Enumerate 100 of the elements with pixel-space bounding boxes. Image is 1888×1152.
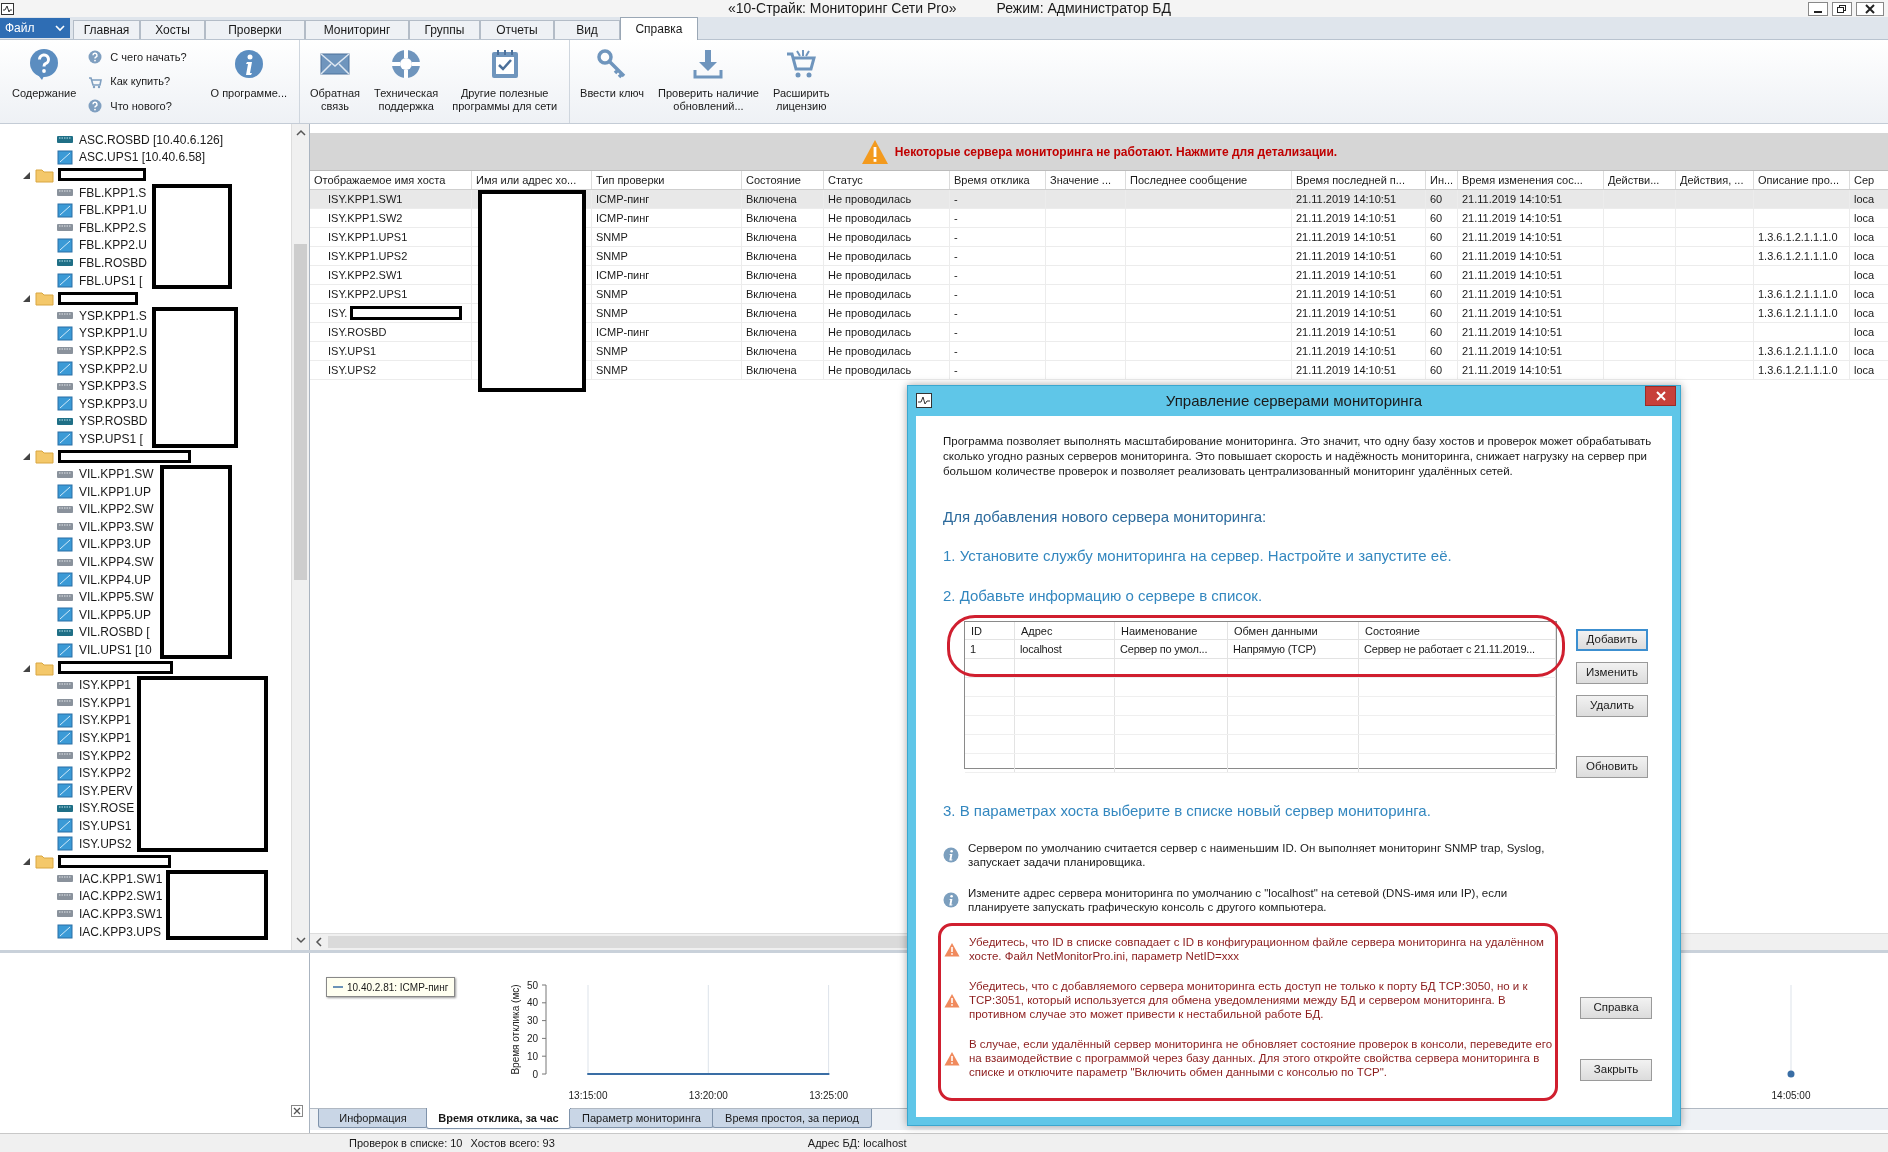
table-cell: 21.11.2019 14:10:51 [1296,288,1397,300]
axis-tick-label: 13:20:00 [688,1090,728,1101]
table-cell: 21.11.2019 14:10:51 [1296,345,1397,357]
table-cell: Не проводилась [828,345,912,357]
axis-tick-label: 0 [532,1068,538,1080]
table-cell: Включена [746,231,797,243]
table-cell: 21.11.2019 14:10:51 [1296,326,1397,338]
table-cell: SNMP [596,307,628,319]
table-cell: ISY.KPP1.SW2 [328,212,403,224]
table-cell: localhost [1020,643,1062,655]
table-cell: Не проводилась [828,364,912,376]
axis-tick-label: 30 [526,1015,538,1027]
table-cell: 1.3.6.1.2.1.1.1.0 [1758,231,1838,243]
table-cell: 21.11.2019 14:10:51 [1296,231,1397,243]
table-cell: 21.11.2019 14:10:51 [1462,250,1563,262]
axis-label: Время отклика (мс) [510,984,521,1075]
table-cell: 21.11.2019 14:10:51 [1462,269,1563,281]
table-cell: SNMP [596,288,628,300]
table-cell: Не проводилась [828,193,912,205]
table-cell: Не проводилась [828,231,912,243]
table-cell: loca [1854,212,1875,224]
table-cell: 21.11.2019 14:10:51 [1462,364,1563,376]
table-cell: 1.3.6.1.2.1.1.1.0 [1758,364,1838,376]
table-cell: 60 [1430,250,1443,262]
table-cell: ICMP-пинг [596,269,650,281]
table-cell: 21.11.2019 14:10:51 [1462,307,1563,319]
table-cell: loca [1854,345,1875,357]
intro-paragraph: Программа позволяет выполнять масштабирование мониторинга. Это значит, что одну базу хостов и проверок может обрабатывать сколько угодно разных серверов мониторинга. Это повышает скорость и надёжность мониторинга, снижает нагрузку на сервер при большом количестве проверок и позволяет реализовать централизованный мониторинг удалённых сетей. [943,434,1653,479]
table-cell: ISY.UPS1 [328,345,377,357]
warning-text: Убедитесь, что ID в списке совпадает с ID в конфигурационном файле сервера мониторинга на удалённом хосте. Файл NetMonitorPro.ini, параметр NetID=xxx [969,935,1545,963]
table-cell: loca [1854,193,1875,205]
mode-label: Режим: Администратор БД [996,0,1171,17]
table-cell: 21.11.2019 14:10:51 [1462,326,1563,338]
table-cell: Включена [746,345,797,357]
table-cell: Включена [746,326,797,338]
table-cell: 21.11.2019 14:10:51 [1296,212,1397,224]
table-cell: - [954,288,958,300]
table-cell: Не проводилась [828,307,912,319]
table-cell: 1.3.6.1.2.1.1.1.0 [1758,288,1838,300]
axis-tick-label: 14:05:00 [1771,1090,1811,1101]
table-cell: 21.11.2019 14:10:51 [1296,250,1397,262]
axis-tick-label: 40 [526,997,538,1009]
table-cell: 60 [1430,364,1443,376]
table-cell: ICMP-пинг [596,193,650,205]
table-cell: 1.3.6.1.2.1.1.1.0 [1758,345,1838,357]
table-cell: - [954,193,958,205]
axis-tick-label: 50 [526,979,538,991]
legend-label: 10.40.2.81: ICMP-пинг [347,980,449,995]
table-cell: 21.11.2019 14:10:51 [1296,193,1397,205]
table-cell: 21.11.2019 14:10:51 [1462,212,1563,224]
chart-legend: 10.40.2.81: ICMP-пинг [326,977,456,997]
step-text: 1. Установите службу мониторинга на сервер. Настройте и запустите её. [943,546,1453,566]
table-cell: - [954,345,958,357]
status-text: Хостов всего: 93 [470,1135,555,1151]
step-text: 3. В параметрах хоста выберите в списке новый сервер мониторинга. [943,801,1432,821]
table-cell: loca [1854,307,1875,319]
table-cell: 60 [1430,288,1443,300]
table-cell: Сервер по умол... [1120,643,1208,655]
step-text: 2. Добавьте информацию о сервере в список. [943,586,1264,606]
table-cell: - [954,269,958,281]
table-cell: Включена [746,288,797,300]
table-cell: ISY.KPP1.SW1 [328,193,403,205]
table-cell: ISY.KPP1.UPS2 [328,250,408,262]
table-cell: ISY.UPS2 [328,364,377,376]
table-cell: Включена [746,364,797,376]
table-cell: Не проводилась [828,250,912,262]
table-cell: 60 [1430,193,1443,205]
table-cell: - [954,250,958,262]
table-cell: - [954,231,958,243]
table-cell: loca [1854,231,1875,243]
table-cell: loca [1854,364,1875,376]
table-cell: ISY.KPP2.UPS1 [328,288,408,300]
table-cell: 60 [1430,231,1443,243]
info-text: Измените адрес сервера мониторинга по умолчанию с "localhost" на сетевой (DNS-имя или IP), если планируете запускать графическую консоль с другого компьютера. [968,886,1509,914]
table-cell: 21.11.2019 14:10:51 [1462,288,1563,300]
table-cell: SNMP [596,345,628,357]
table-cell: Не проводилась [828,212,912,224]
table-cell: ISY.ROSBD [328,326,387,338]
table-cell: Не проводилась [828,326,912,338]
warning-text: В случае, если удалённый сервер мониторинга не обновляет состояние проверок в консоли, переведите его на взаимодействие с программой через базу данных. Для этого откройте свойства сервера мониторинга в списке и отключите параметр "Включить обмен данными с консолью по TCP". [969,1037,1553,1079]
table-cell: 21.11.2019 14:10:51 [1462,231,1563,243]
table-cell: 1 [970,643,976,655]
table-cell: 60 [1430,307,1443,319]
table-cell: SNMP [596,231,628,243]
table-cell: Включена [746,269,797,281]
table-cell: Включена [746,212,797,224]
status-text: Проверок в списке: 10 [349,1135,463,1151]
table-cell: loca [1854,250,1875,262]
section-heading: Для добавления нового сервера мониторинга: [943,507,1268,527]
status-text: Адрес БД: localhost [807,1135,907,1151]
axis-tick-label: 10 [526,1050,538,1062]
table-cell: 60 [1430,212,1443,224]
table-cell: ICMP-пинг [596,212,650,224]
table-cell: Включена [746,307,797,319]
table-cell: 1.3.6.1.2.1.1.1.0 [1758,307,1838,319]
alert-message: Некоторые сервера мониторинга не работают. Нажмите для детализации. [894,143,1338,161]
axis-tick-label: 20 [526,1032,538,1044]
table-cell: Включена [746,193,797,205]
table-cell: 21.11.2019 14:10:51 [1296,307,1397,319]
table-cell: ISY. [328,307,348,319]
